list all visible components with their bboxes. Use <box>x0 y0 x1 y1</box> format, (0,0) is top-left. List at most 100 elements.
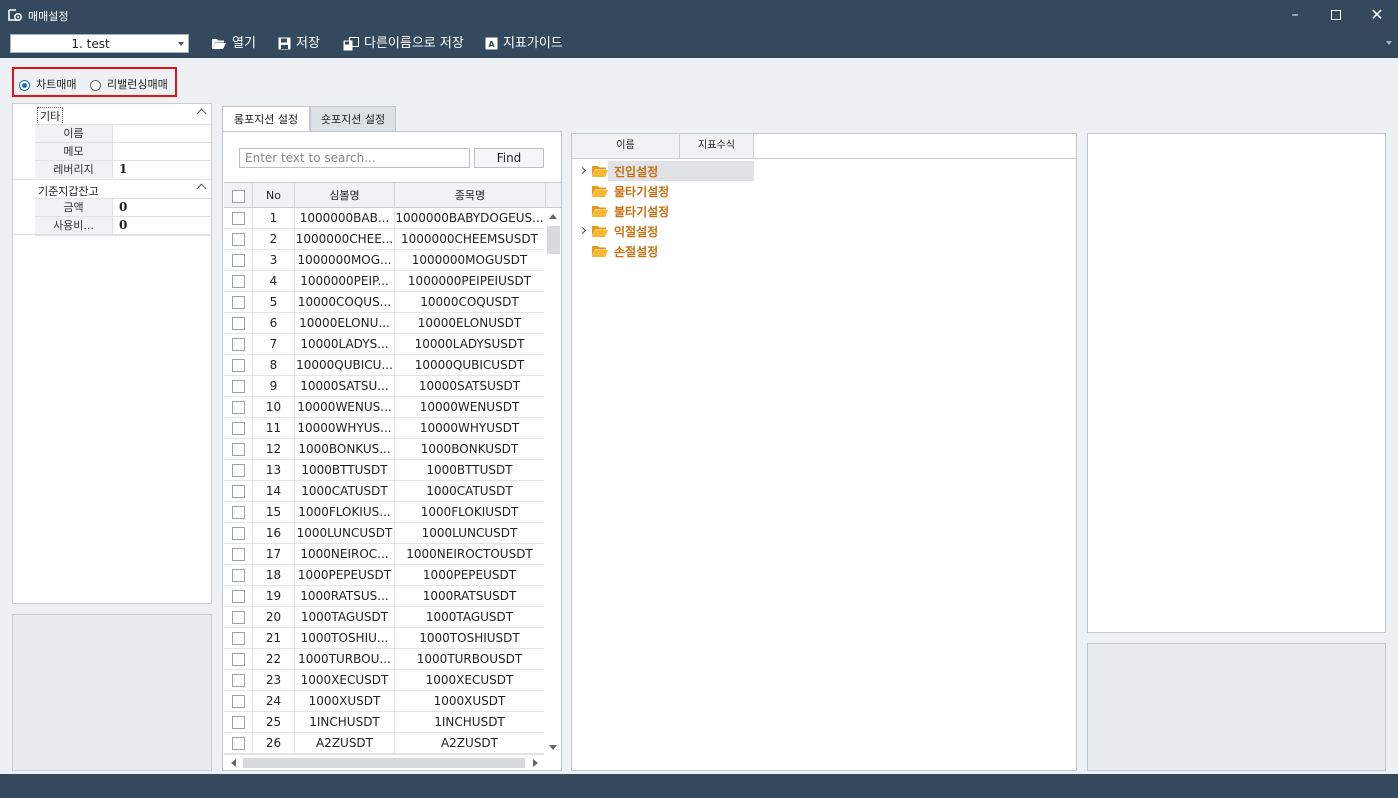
row-checkbox[interactable] <box>231 422 245 435</box>
table-row[interactable]: 14 1000CATUSDT 1000CATUSDT <box>224 481 544 502</box>
table-row[interactable]: 4 1000000PEIP... 1000000PEIPEIUSDT <box>224 271 544 292</box>
maximize-button[interactable] <box>1326 5 1346 25</box>
config-select[interactable]: 1. test <box>10 34 189 53</box>
property-value[interactable]: 1 <box>119 162 127 176</box>
row-checkbox[interactable] <box>231 464 245 477</box>
row-checkbox[interactable] <box>231 653 245 666</box>
row-select-cell[interactable] <box>224 565 253 585</box>
row-select-cell[interactable] <box>224 628 253 648</box>
tab-long-position[interactable]: 롱포지션 설정 <box>222 106 310 132</box>
find-button[interactable]: Find <box>474 148 544 168</box>
scroll-thumb[interactable] <box>547 226 560 254</box>
property-row-name[interactable]: 이름 <box>35 124 211 143</box>
row-checkbox[interactable] <box>231 254 245 267</box>
tab-short-position[interactable]: 숏포지션 설정 <box>310 106 396 132</box>
property-value[interactable]: 0 <box>119 218 127 232</box>
row-select-cell[interactable] <box>224 523 253 543</box>
row-checkbox[interactable] <box>231 359 245 372</box>
row-checkbox[interactable] <box>231 527 245 540</box>
row-checkbox[interactable] <box>231 548 245 561</box>
row-select-cell[interactable] <box>224 355 253 375</box>
row-select-cell[interactable] <box>224 649 253 669</box>
tree-node[interactable]: 진입설정 <box>572 161 1076 181</box>
property-row-leverage[interactable]: 레버리지 1 <box>35 160 211 179</box>
row-checkbox[interactable] <box>231 611 245 624</box>
table-row[interactable]: 18 1000PEPEUSDT 1000PEPEUSDT <box>224 565 544 586</box>
tree-header-name[interactable]: 이름 <box>572 134 680 158</box>
table-row[interactable]: 8 10000QUBICU... 10000QUBICUSDT <box>224 355 544 376</box>
row-select-cell[interactable] <box>224 502 253 522</box>
collapse-icon[interactable] <box>196 108 207 119</box>
row-select-cell[interactable] <box>224 544 253 564</box>
row-checkbox[interactable] <box>231 695 245 708</box>
table-row[interactable]: 19 1000RATSUS... 1000RATSUSDT <box>224 586 544 607</box>
minimize-button[interactable]: – <box>1285 5 1305 25</box>
row-checkbox[interactable] <box>231 632 245 645</box>
table-row[interactable]: 25 1INCHUSDT 1INCHUSDT <box>224 712 544 733</box>
chart-trade-radio[interactable]: 차트매매 <box>19 76 76 92</box>
save-button[interactable]: 저장 <box>278 34 320 54</box>
tree-node[interactable]: 물타기설정 <box>572 181 1076 201</box>
table-row[interactable]: 7 10000LADYS... 10000LADYSUSDT <box>224 334 544 355</box>
table-row[interactable]: 11 10000WHYUS... 10000WHYUSDT <box>224 418 544 439</box>
header-name[interactable]: 종목명 <box>395 183 546 208</box>
table-row[interactable]: 15 1000FLOKIUS... 1000FLOKIUSDT <box>224 502 544 523</box>
table-row[interactable]: 21 1000TOSHIU... 1000TOSHIUSDT <box>224 628 544 649</box>
tree-node[interactable]: 불타기설정 <box>572 201 1076 221</box>
property-row-amount[interactable]: 금액 0 <box>35 198 211 217</box>
close-button[interactable]: ✕ <box>1367 5 1387 25</box>
property-row-usage[interactable]: 사용비... 0 <box>35 216 211 236</box>
horizontal-scrollbar[interactable] <box>224 754 544 770</box>
category-etc[interactable]: 기타 <box>13 105 211 125</box>
table-row[interactable]: 10 10000WENUS... 10000WENUSDT <box>224 397 544 418</box>
table-row[interactable]: 17 1000NEIROC... 1000NEIROCTOUSDT <box>224 544 544 565</box>
row-select-cell[interactable] <box>224 712 253 732</box>
row-select-cell[interactable] <box>224 376 253 396</box>
tree-header-formula[interactable]: 지표수식 <box>680 134 754 158</box>
row-checkbox[interactable] <box>231 590 245 603</box>
radio-checked-icon[interactable] <box>19 79 30 91</box>
row-select-cell[interactable] <box>224 481 253 501</box>
save-as-button[interactable]: 다른이름으로 저장 <box>343 34 464 54</box>
search-input[interactable]: Enter text to search... <box>239 148 470 168</box>
table-row[interactable]: 9 10000SATSU... 10000SATSUSDT <box>224 376 544 397</box>
table-row[interactable]: 22 1000TURBOU... 1000TURBOUSDT <box>224 649 544 670</box>
tree-node[interactable]: 익절설정 <box>572 221 1076 241</box>
row-select-cell[interactable] <box>224 586 253 606</box>
table-row[interactable]: 6 10000ELONU... 10000ELONUSDT <box>224 313 544 334</box>
table-row[interactable]: 26 A2ZUSDT A2ZUSDT <box>224 733 544 754</box>
row-select-cell[interactable] <box>224 292 253 312</box>
scroll-down-icon[interactable] <box>549 745 557 750</box>
scroll-left-icon[interactable] <box>231 759 236 767</box>
row-checkbox[interactable] <box>231 380 245 393</box>
scroll-thumb[interactable] <box>243 758 525 768</box>
select-all-cell[interactable] <box>224 183 253 208</box>
select-all-checkbox[interactable] <box>231 189 245 203</box>
table-row[interactable]: 5 10000COQUS... 10000COQUSDT <box>224 292 544 313</box>
row-select-cell[interactable] <box>224 691 253 711</box>
row-select-cell[interactable] <box>224 607 253 627</box>
row-checkbox[interactable] <box>231 716 245 729</box>
row-select-cell[interactable] <box>224 250 253 270</box>
category-base-balance[interactable]: 기준지갑잔고 <box>13 179 211 198</box>
row-checkbox[interactable] <box>231 317 245 330</box>
tree-node[interactable]: 손절설정 <box>572 241 1076 261</box>
header-no[interactable]: No <box>253 183 295 208</box>
scroll-right-icon[interactable] <box>533 759 538 767</box>
row-checkbox[interactable] <box>231 506 245 519</box>
row-checkbox[interactable] <box>231 233 245 246</box>
table-row[interactable]: 13 1000BTTUSDT 1000BTTUSDT <box>224 460 544 481</box>
chevron-right-icon[interactable] <box>578 166 587 175</box>
row-checkbox[interactable] <box>231 674 245 687</box>
row-select-cell[interactable] <box>224 397 253 417</box>
table-row[interactable]: 23 1000XECUSDT 1000XECUSDT <box>224 670 544 691</box>
row-select-cell[interactable] <box>224 271 253 291</box>
row-checkbox[interactable] <box>231 401 245 414</box>
row-checkbox[interactable] <box>231 569 245 582</box>
toolbar-overflow-icon[interactable] <box>1386 41 1392 45</box>
table-row[interactable]: 1 1000000BAB... 1000000BABYDOGEUS... <box>224 208 544 229</box>
vertical-scrollbar[interactable] <box>545 208 561 754</box>
property-value[interactable]: 0 <box>119 200 127 214</box>
row-checkbox[interactable] <box>231 338 245 351</box>
row-checkbox[interactable] <box>231 737 245 750</box>
